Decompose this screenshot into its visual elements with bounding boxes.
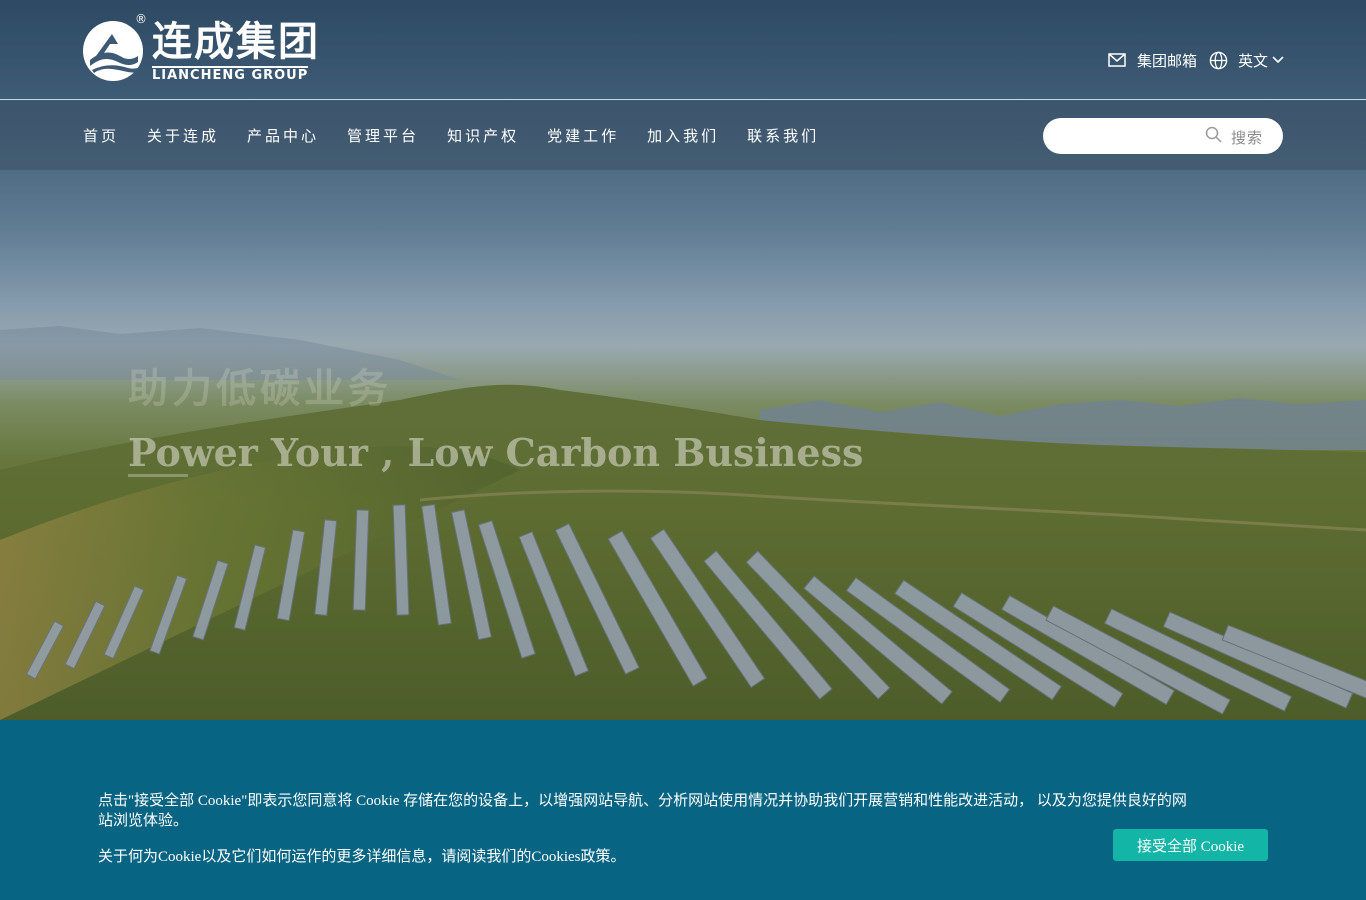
language-label: 英文: [1237, 51, 1268, 70]
nav-item-party[interactable]: 党建工作: [547, 125, 619, 146]
cookie-policy-info[interactable]: 关于何为Cookie以及它们如何运作的更多详细信息，请阅读我们的Cookies政…: [98, 845, 626, 866]
registered-mark: ®: [135, 12, 147, 26]
hero-title-cn: 助力低碳业务: [128, 366, 392, 412]
site-header: ® 连成集团 LIANCHENG GROUP 集团邮箱 英文 首页 关于连成 产…: [0, 0, 1366, 170]
language-switcher[interactable]: 英文: [1209, 50, 1284, 71]
hero-title-en: Power Your , Low Carbon Business: [128, 430, 864, 475]
mail-label: 集团邮箱: [1136, 51, 1197, 70]
nav-item-products[interactable]: 产品中心: [247, 125, 319, 146]
mail-icon: [1108, 53, 1126, 67]
brand-logo[interactable]: ® 连成集团 LIANCHENG GROUP: [82, 12, 332, 86]
nav-item-management[interactable]: 管理平台: [347, 125, 419, 146]
search-icon[interactable]: [1205, 126, 1223, 144]
nav-item-contact[interactable]: 联系我们: [747, 125, 819, 146]
accept-all-cookies-button[interactable]: 接受全部 Cookie: [1113, 829, 1268, 861]
nav-item-ip[interactable]: 知识产权: [447, 125, 519, 146]
chevron-down-icon: [1272, 56, 1284, 64]
header-top-bar: ® 连成集团 LIANCHENG GROUP 集团邮箱 英文: [0, 0, 1366, 100]
nav-item-about[interactable]: 关于连成: [147, 125, 219, 146]
nav-items: 首页 关于连成 产品中心 管理平台 知识产权 党建工作 加入我们 联系我们: [83, 101, 847, 170]
brand-name-en: LIANCHENG GROUP: [152, 66, 309, 83]
nav-item-home[interactable]: 首页: [83, 125, 119, 146]
top-links: 集团邮箱 英文: [1108, 48, 1284, 72]
hero-underline: [128, 474, 188, 477]
search-button-label[interactable]: 搜索: [1231, 127, 1263, 148]
globe-icon: [1209, 51, 1228, 69]
brand-logo-mark: [83, 21, 143, 81]
main-nav: 首页 关于连成 产品中心 管理平台 知识产权 党建工作 加入我们 联系我们 搜索: [0, 101, 1366, 170]
cookie-message: 点击"接受全部 Cookie"即表示您同意将 Cookie 存储在您的设备上，以…: [98, 793, 1187, 829]
brand-name-cn: 连成集团: [152, 19, 320, 65]
nav-item-join[interactable]: 加入我们: [647, 125, 719, 146]
search-input[interactable]: 搜索: [1043, 118, 1283, 154]
cookie-banner: 点击"接受全部 Cookie"即表示您同意将 Cookie 存储在您的设备上，以…: [0, 720, 1366, 900]
group-mail-link[interactable]: 集团邮箱: [1108, 50, 1209, 71]
